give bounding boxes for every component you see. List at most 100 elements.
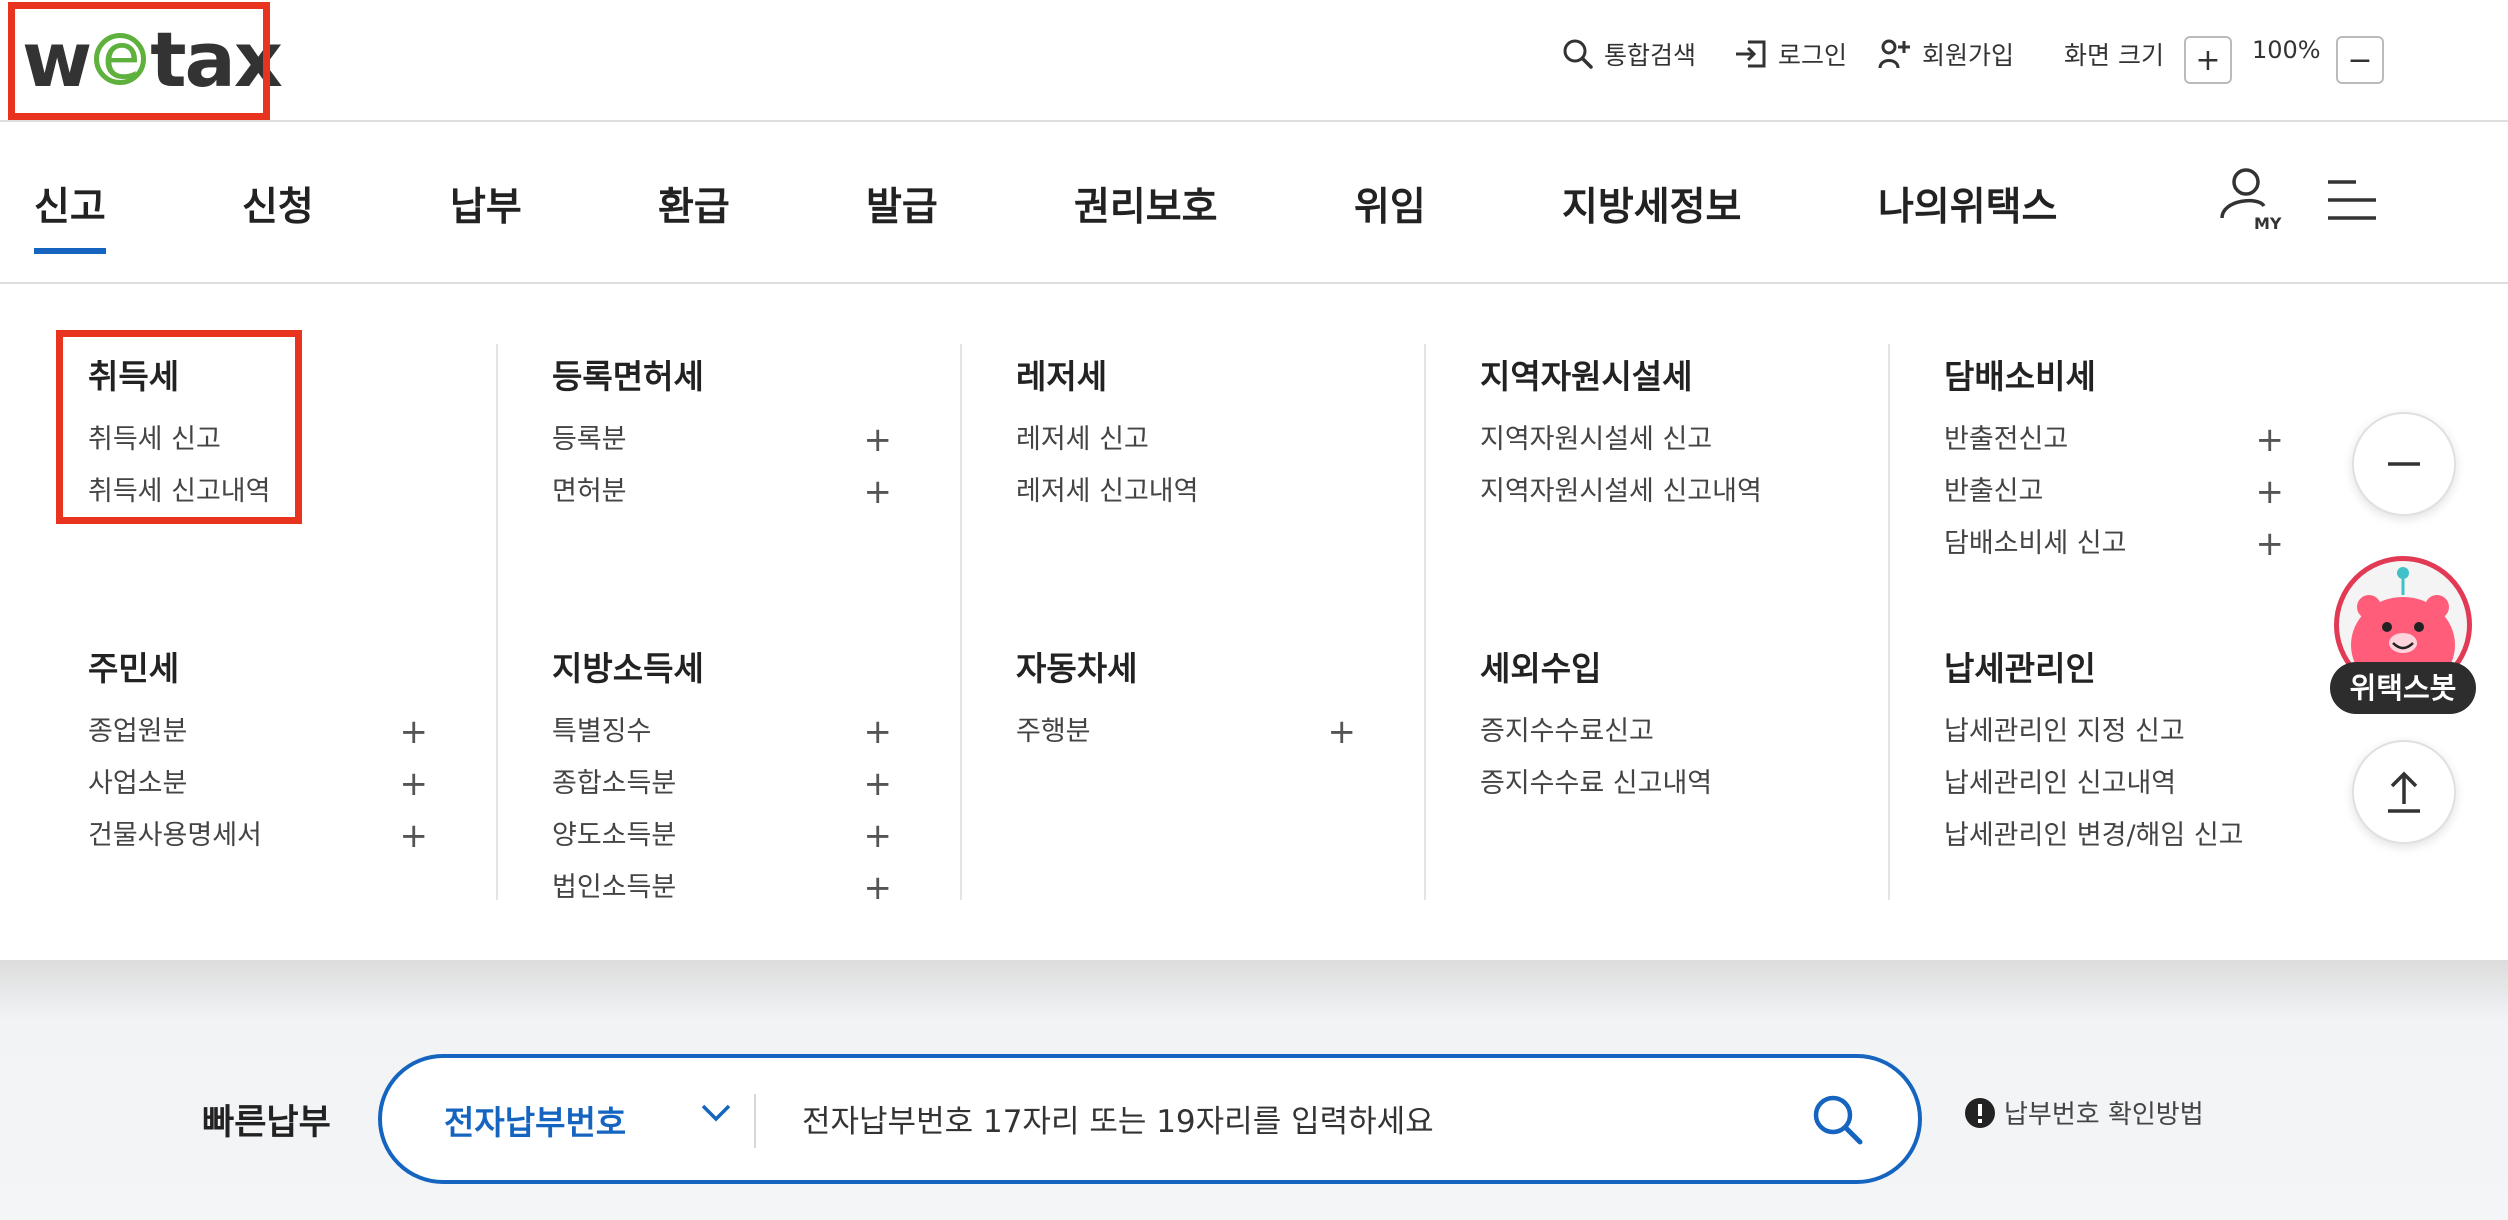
plus-icon[interactable]: + bbox=[400, 758, 429, 810]
menu-item-label: 지역자원시설세 신고내역 bbox=[1480, 476, 1762, 507]
group-title[interactable]: 지역자원시설세 bbox=[1480, 350, 1820, 398]
menu-item[interactable]: 증지수수료신고 bbox=[1480, 706, 1820, 758]
login-link[interactable]: 로그인 bbox=[1734, 36, 1847, 72]
my-page-button[interactable]: MY bbox=[2218, 166, 2282, 234]
menu-item[interactable]: 레저세 신고 bbox=[1016, 414, 1356, 466]
zoom-out-button[interactable]: − bbox=[2336, 36, 2384, 84]
menu-item-label: 증지수수료신고 bbox=[1480, 716, 1654, 747]
menu-item[interactable]: 레저세 신고내역 bbox=[1016, 466, 1356, 518]
menu-group-regional-resource-tax: 지역자원시설세 지역자원시설세 신고 지역자원시설세 신고내역 bbox=[1480, 350, 1820, 518]
chevron-down-icon[interactable] bbox=[700, 1102, 732, 1128]
collapse-button[interactable] bbox=[2352, 412, 2456, 516]
menu-item-label: 반출전신고 bbox=[1944, 424, 2069, 455]
group-title[interactable]: 레저세 bbox=[1016, 350, 1356, 398]
payment-type-select[interactable]: 전자납부번호 bbox=[444, 1096, 626, 1144]
menu-item-label: 레저세 신고내역 bbox=[1016, 476, 1199, 507]
menu-item-label: 담배소비세 신고 bbox=[1944, 528, 2127, 559]
login-icon bbox=[1736, 40, 1766, 68]
menu-item[interactable]: 담배소비세 신고 + bbox=[1944, 518, 2284, 570]
group-title[interactable]: 주민세 bbox=[88, 642, 428, 690]
menu-button[interactable] bbox=[2326, 178, 2378, 226]
menu-item[interactable]: 지역자원시설세 신고내역 bbox=[1480, 466, 1820, 518]
search-icon bbox=[1563, 39, 1593, 69]
signup-link[interactable]: 회원가입 bbox=[1878, 36, 2014, 72]
menu-group-registration-license-tax: 등록면허세 등록분 + 면허분 + bbox=[552, 350, 892, 518]
menu-item-label: 사업소분 bbox=[88, 768, 188, 799]
menu-group-resident-tax: 주민세 종업원분 + 사업소분 + 건물사용명세서 + bbox=[88, 642, 428, 862]
menu-item[interactable]: 등록분 + bbox=[552, 414, 892, 466]
nav-item-local-tax-info[interactable]: 지방세정보 bbox=[1562, 176, 1741, 232]
menu-item[interactable]: 양도소득분 + bbox=[552, 810, 892, 862]
menu-item[interactable]: 납세관리인 변경/해임 신고 bbox=[1944, 810, 2284, 862]
menu-item[interactable]: 종합소득분 + bbox=[552, 758, 892, 810]
nav-item-pay[interactable]: 납부 bbox=[450, 176, 522, 232]
group-title[interactable]: 담배소비세 bbox=[1944, 350, 2284, 398]
integrated-search-link[interactable]: 통합검색 bbox=[1562, 36, 1696, 72]
plus-icon[interactable]: + bbox=[1328, 706, 1357, 758]
group-title[interactable]: 지방소득세 bbox=[552, 642, 892, 690]
group-title[interactable]: 자동차세 bbox=[1016, 642, 1356, 690]
top-utility-bar: w e tax 통합검색 로그인 회원가입 화면 크기 + 100% − bbox=[0, 0, 2508, 122]
menu-item[interactable]: 종업원분 + bbox=[88, 706, 428, 758]
plus-icon[interactable]: + bbox=[864, 862, 893, 914]
plus-icon[interactable]: + bbox=[2256, 466, 2285, 518]
exclamation-icon bbox=[1965, 1097, 1995, 1128]
menu-item[interactable]: 건물사용명세서 + bbox=[88, 810, 428, 862]
menu-item-label: 특별징수 bbox=[552, 716, 652, 747]
menu-item[interactable]: 주행분 + bbox=[1016, 706, 1356, 758]
plus-icon[interactable]: + bbox=[2256, 518, 2285, 570]
group-title[interactable]: 납세관리인 bbox=[1944, 642, 2284, 690]
nav-item-apply[interactable]: 신청 bbox=[242, 176, 314, 232]
menu-item[interactable]: 반출전신고 + bbox=[1944, 414, 2284, 466]
plus-icon[interactable]: + bbox=[864, 466, 893, 518]
plus-icon[interactable]: + bbox=[864, 758, 893, 810]
menu-item[interactable]: 증지수수료 신고내역 bbox=[1480, 758, 1820, 810]
menu-item[interactable]: 납세관리인 지정 신고 bbox=[1944, 706, 2284, 758]
plus-icon[interactable]: + bbox=[2256, 414, 2285, 466]
menu-item-label: 건물사용명세서 bbox=[88, 820, 262, 851]
menu-item-label: 양도소득분 bbox=[552, 820, 677, 851]
menu-item[interactable]: 납세관리인 신고내역 bbox=[1944, 758, 2284, 810]
chatbot-button[interactable]: 위택스봇 bbox=[2330, 556, 2476, 716]
menu-group-non-tax-revenue: 세외수입 증지수수료신고 증지수수료 신고내역 bbox=[1480, 642, 1820, 810]
nav-item-delegate[interactable]: 위임 bbox=[1354, 176, 1426, 232]
nav-item-issue[interactable]: 발급 bbox=[866, 176, 938, 232]
menu-group-tobacco-tax: 담배소비세 반출전신고 + 반출신고 + 담배소비세 신고 + bbox=[1944, 350, 2284, 570]
group-title[interactable]: 세외수입 bbox=[1480, 642, 1820, 690]
menu-item[interactable]: 반출신고 + bbox=[1944, 466, 2284, 518]
menu-item-label: 종합소득분 bbox=[552, 768, 677, 799]
menu-item-label: 지역자원시설세 신고 bbox=[1480, 424, 1713, 455]
group-title[interactable]: 등록면허세 bbox=[552, 350, 892, 398]
main-nav: 신고 신청 납부 환급 발급 권리보호 위임 지방세정보 나의위택스 MY bbox=[0, 122, 2508, 284]
payment-number-input[interactable] bbox=[802, 1094, 1762, 1150]
menu-item-label: 종업원분 bbox=[88, 716, 188, 747]
plus-icon[interactable]: + bbox=[864, 706, 893, 758]
plus-icon[interactable]: + bbox=[400, 810, 429, 862]
nav-item-refund[interactable]: 환급 bbox=[658, 176, 730, 232]
menu-item-label: 납세관리인 지정 신고 bbox=[1944, 716, 2185, 747]
menu-item[interactable]: 지역자원시설세 신고 bbox=[1480, 414, 1820, 466]
column-divider bbox=[960, 344, 962, 900]
quick-pay-search-button[interactable] bbox=[1810, 1092, 1866, 1152]
minus-icon bbox=[2388, 462, 2420, 466]
plus-icon[interactable]: + bbox=[864, 414, 893, 466]
menu-group-tax-administrator: 납세관리인 납세관리인 지정 신고 납세관리인 신고내역 납세관리인 변경/해임… bbox=[1944, 642, 2284, 862]
payment-number-help-link[interactable]: 납부번호 확인방법 bbox=[1964, 1094, 2204, 1131]
quick-pay-bar: 전자납부번호 bbox=[378, 1054, 1922, 1184]
menu-item[interactable]: 법인소득분 + bbox=[552, 862, 892, 914]
zoom-in-button[interactable]: + bbox=[2184, 36, 2232, 84]
menu-item[interactable]: 면허분 + bbox=[552, 466, 892, 518]
menu-item-label: 반출신고 bbox=[1944, 476, 2044, 507]
menu-item-label: 법인소득분 bbox=[552, 872, 677, 903]
nav-item-my-wetax[interactable]: 나의위택스 bbox=[1878, 176, 2057, 232]
plus-icon[interactable]: + bbox=[400, 706, 429, 758]
signup-label: 회원가입 bbox=[1922, 41, 2015, 70]
screen-size-label: 화면 크기 bbox=[2064, 41, 2164, 70]
scroll-top-button[interactable] bbox=[2352, 740, 2456, 844]
nav-item-report[interactable]: 신고 bbox=[34, 176, 106, 254]
menu-item[interactable]: 특별징수 + bbox=[552, 706, 892, 758]
plus-icon[interactable]: + bbox=[864, 810, 893, 862]
nav-item-rights[interactable]: 권리보호 bbox=[1074, 176, 1218, 232]
column-divider bbox=[1424, 344, 1426, 900]
menu-item[interactable]: 사업소분 + bbox=[88, 758, 428, 810]
